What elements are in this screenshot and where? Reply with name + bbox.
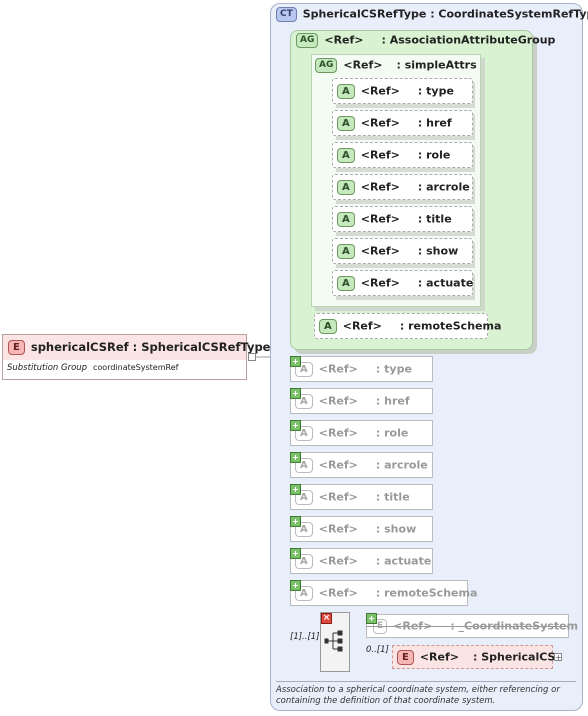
attribute-icon: A (319, 319, 337, 334)
complex-type-label: SphericalCSRefType : CoordinateSystemRef… (302, 7, 588, 21)
attribute-group-header[interactable]: AG <Ref> : AssociationAttributeGroup (296, 33, 555, 48)
collapsed-attribute-title[interactable]: A <Ref>: title (290, 484, 433, 510)
expand-plus-icon[interactable] (290, 356, 301, 367)
element-multiplicity: 0..[1] (366, 645, 389, 655)
expand-plus-icon[interactable] (290, 484, 301, 495)
element-name: : SphericalCS (473, 650, 556, 664)
attribute-show[interactable]: A <Ref> : show (332, 238, 473, 264)
attribute-name: : remoteSchema (399, 319, 502, 333)
attribute-name: : href (417, 116, 452, 130)
attribute-ref: <Ref> (318, 458, 358, 472)
attribute-remote-schema[interactable]: A <Ref> : remoteSchema (314, 313, 501, 339)
expand-plus-icon[interactable] (290, 388, 301, 399)
attribute-title[interactable]: A <Ref> : title (332, 206, 473, 232)
main-element[interactable]: EsphericalCSRef : SphericalCSRefType Sub… (2, 334, 270, 380)
documentation-text: Association to a spherical coordinate sy… (276, 685, 560, 706)
expand-plus-icon[interactable] (366, 613, 377, 624)
attribute-group-icon: AG (296, 33, 319, 48)
attribute-icon: A (337, 180, 355, 195)
collapsed-attribute-show[interactable]: A <Ref>: show (290, 516, 433, 542)
collapsed-attribute-href[interactable]: A <Ref>: href (290, 388, 433, 414)
attribute-ref: <Ref> (360, 116, 400, 130)
attribute-ref: <Ref> (360, 180, 400, 194)
attribute-name: : type (417, 84, 454, 98)
attribute-name: : arcrole (417, 180, 470, 194)
attribute-group-ref: <Ref> (324, 33, 364, 47)
attribute-name: : title (375, 490, 410, 504)
attribute-ref: <Ref> (318, 490, 358, 504)
attribute-ref: <Ref> (318, 554, 358, 568)
expand-plus-icon[interactable] (290, 516, 301, 527)
abstract-close-icon[interactable]: × (321, 613, 332, 624)
attribute-ref: <Ref> (360, 148, 400, 162)
inner-group-icon: AG (315, 58, 338, 73)
attribute-name: : remoteSchema (375, 586, 478, 600)
main-element-title: EsphericalCSRef : SphericalCSRefType (8, 340, 270, 355)
element-icon: E (8, 340, 25, 355)
attribute-ref: <Ref> (318, 522, 358, 536)
attribute-name: : title (417, 212, 452, 226)
attribute-ref: <Ref> (318, 426, 358, 440)
collapsed-attribute-type[interactable]: A <Ref>: type (290, 356, 433, 382)
attribute-name: : show (375, 522, 417, 536)
choice-multiplicity: [1]..[1] (290, 632, 320, 642)
expand-plus-icon[interactable] (290, 452, 301, 463)
element-icon: E (397, 650, 414, 665)
attribute-arcrole[interactable]: A <Ref> : arcrole (332, 174, 473, 200)
attribute-ref: <Ref> (318, 586, 358, 600)
attribute-name: : href (375, 394, 410, 408)
attribute-ref: <Ref> (360, 212, 400, 226)
attribute-href[interactable]: A <Ref> : href (332, 110, 473, 136)
spherical-cs-element[interactable]: E <Ref> : SphericalCS (392, 645, 556, 669)
subst-group-value: coordinateSystemRef (93, 363, 179, 372)
attribute-name: : role (417, 148, 451, 162)
attribute-icon: A (337, 148, 355, 163)
expand-plus-icon[interactable] (290, 548, 301, 559)
attribute-icon: A (337, 244, 355, 259)
attribute-name: : actuate (417, 276, 474, 290)
attribute-ref: <Ref> (360, 276, 400, 290)
expand-plus-icon[interactable] (290, 420, 301, 431)
attribute-ref: <Ref> (318, 394, 358, 408)
expand-plus-icon[interactable] (290, 580, 301, 591)
attribute-type[interactable]: A <Ref> : type (332, 78, 473, 104)
attribute-actuate[interactable]: A <Ref> : actuate (332, 270, 473, 296)
main-element-label: sphericalCSRef : SphericalCSRefType (30, 340, 271, 354)
inner-group-header[interactable]: AG <Ref> : simpleAttrs (315, 58, 477, 73)
collapsed-attribute-actuate[interactable]: A <Ref>: actuate (290, 548, 433, 574)
collapsed-attribute-role[interactable]: A <Ref>: role (290, 420, 433, 446)
element-ref: <Ref> (419, 650, 459, 664)
attribute-name: : show (417, 244, 459, 258)
attribute-name: : role (375, 426, 409, 440)
attribute-group-name: : AssociationAttributeGroup (381, 33, 556, 47)
inner-group-name: : simpleAttrs (396, 58, 477, 72)
attribute-icon: A (337, 84, 355, 99)
strike-line (366, 626, 569, 627)
attribute-name: : arcrole (375, 458, 428, 472)
attribute-ref: <Ref> (342, 319, 382, 333)
collapsed-attribute-arcrole[interactable]: A <Ref>: arcrole (290, 452, 433, 478)
divider (276, 681, 576, 682)
attribute-name: : actuate (375, 554, 432, 568)
complex-type-header[interactable]: CT SphericalCSRefType : CoordinateSystemR… (276, 7, 588, 23)
collapsed-attribute-remote-schema[interactable]: A <Ref>: remoteSchema (290, 580, 477, 606)
attribute-role[interactable]: A <Ref> : role (332, 142, 473, 168)
complex-type-icon: CT (276, 7, 297, 22)
attribute-name: : type (375, 362, 412, 376)
attribute-icon: A (337, 276, 355, 291)
attribute-icon: A (337, 212, 355, 227)
expand-toggle-icon[interactable]: + (554, 653, 562, 662)
subst-group-label: Substitution Group (7, 363, 88, 373)
collapse-toggle-icon[interactable] (248, 353, 256, 361)
attribute-ref: <Ref> (318, 362, 358, 376)
inner-group-ref: <Ref> (343, 58, 383, 72)
attribute-ref: <Ref> (360, 84, 400, 98)
attribute-ref: <Ref> (360, 244, 400, 258)
attribute-icon: A (337, 116, 355, 131)
